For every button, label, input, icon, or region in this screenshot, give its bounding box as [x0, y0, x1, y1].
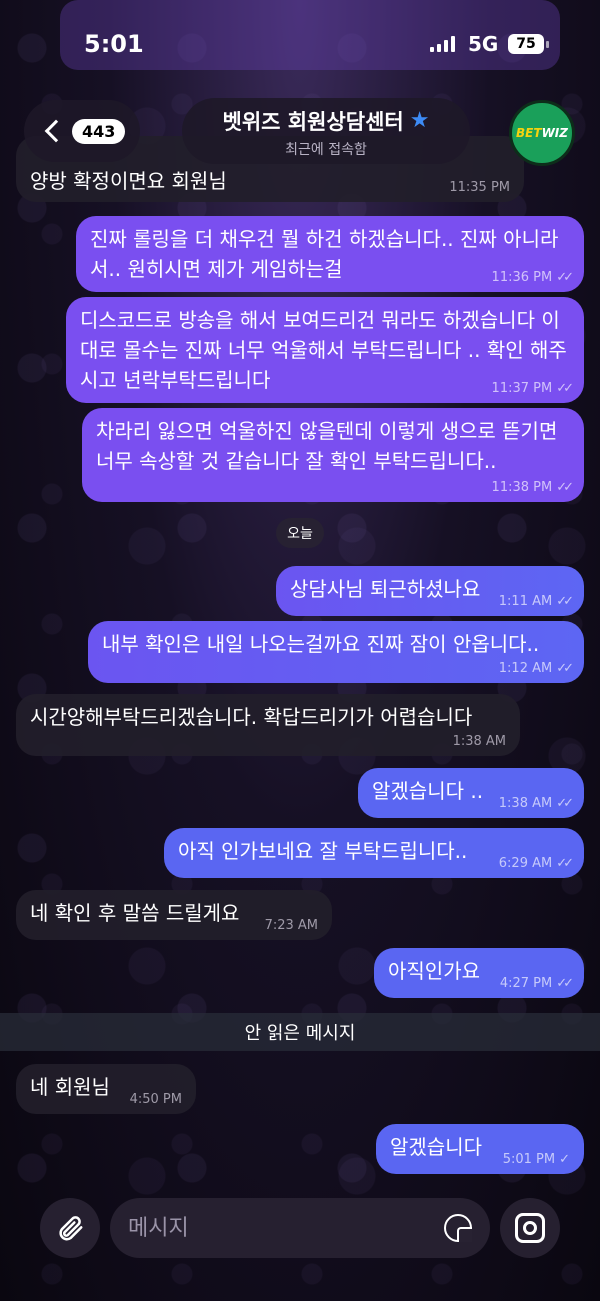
message-input[interactable]: [128, 1215, 428, 1241]
message-outgoing: 아직 인가보네요 잘 부탁드립니다.. 6:29 AM ✓✓: [164, 828, 584, 878]
date-divider: 오늘: [276, 518, 324, 548]
message-outgoing: 차라리 잃으면 억울하진 않을텐데 이렇게 생으로 뜯기면 너무 속상할 것 같…: [82, 408, 584, 502]
message-incoming: 네 회원님 4:50 PM: [16, 1064, 196, 1114]
read-ticks-icon: ✓✓: [556, 661, 574, 676]
sent-tick-icon: ✓: [559, 1152, 570, 1167]
message-meta: 4:27 PM ✓✓: [499, 976, 574, 991]
message-incoming: 네 확인 후 말씀 드릴게요 7:23 AM: [16, 890, 332, 940]
camera-button[interactable]: [500, 1198, 560, 1258]
message-time: 11:35 PM: [449, 180, 510, 195]
message-outgoing: 아직인가요 4:27 PM ✓✓: [374, 948, 584, 998]
message-meta: 11:36 PM ✓✓: [491, 270, 574, 285]
message-outgoing: 진짜 롤링을 더 채우건 뭘 하건 하겠습니다.. 진짜 아니라서.. 원히시면…: [76, 216, 584, 292]
star-icon: ★: [409, 108, 430, 133]
message-text: 시간양해부탁드리겠습니다. 확답드리기가 어렵습니다: [30, 705, 473, 729]
message-meta: 5:01 PM ✓: [502, 1152, 570, 1167]
chevron-left-icon: [44, 119, 68, 143]
avatar-logo: BETWIZ: [516, 126, 568, 140]
message-meta: 11:37 PM ✓✓: [491, 381, 574, 396]
message-time: 1:38 AM: [452, 734, 506, 749]
read-ticks-icon: ✓✓: [556, 381, 574, 396]
paperclip-icon: [59, 1216, 83, 1241]
message-text: 양방 확정이면요 회원님: [30, 169, 227, 193]
message-incoming: 시간양해부탁드리겠습니다. 확답드리기가 어렵습니다 1:38 AM: [16, 694, 520, 756]
message-meta: 1:12 AM ✓✓: [498, 661, 574, 676]
signal-icon: [430, 36, 455, 52]
message-outgoing: 상담사님 퇴근하셨나요 1:11 AM ✓✓: [276, 566, 584, 616]
message-meta: 1:38 AM ✓✓: [498, 796, 574, 811]
status-bar: 5:01 5G 75: [0, 0, 600, 90]
unread-messages-divider: 안 읽은 메시지: [0, 1013, 600, 1051]
message-meta: 1:11 AM ✓✓: [498, 594, 574, 609]
message-input-container[interactable]: [110, 1198, 490, 1258]
battery-icon: 75: [508, 34, 549, 54]
status-time: 5:01: [84, 30, 144, 58]
back-button[interactable]: 443: [24, 100, 140, 162]
message-outgoing: 디스코드로 방송을 해서 보여드리건 뭐라도 하겠습니다 이대로 몰수는 진짜 …: [66, 297, 584, 403]
camera-icon: [515, 1213, 545, 1243]
message-meta: 11:38 PM ✓✓: [491, 480, 574, 495]
read-ticks-icon: ✓✓: [556, 480, 574, 495]
message-outgoing: 알겠습니다 5:01 PM ✓: [376, 1124, 584, 1174]
message-outgoing: 내부 확인은 내일 나오는걸까요 진짜 잠이 안옵니다.. 1:12 AM ✓✓: [88, 621, 584, 683]
network-type: 5G: [468, 32, 499, 56]
attach-button[interactable]: [40, 1198, 100, 1258]
read-ticks-icon: ✓✓: [556, 856, 574, 871]
last-seen-status: 최근에 접속함: [285, 142, 367, 158]
message-time: 4:50 PM: [129, 1092, 182, 1107]
read-ticks-icon: ✓✓: [556, 976, 574, 991]
read-ticks-icon: ✓✓: [556, 270, 574, 285]
message-text: 차라리 잃으면 억울하진 않을텐데 이렇게 생으로 뜯기면 너무 속상할 것 같…: [96, 419, 558, 473]
read-ticks-icon: ✓✓: [556, 796, 574, 811]
chat-title-bar[interactable]: 벳위즈 회원상담센터 ★ 최근에 접속함: [182, 98, 470, 164]
message-outgoing: 알겠습니다 .. 1:38 AM ✓✓: [358, 768, 584, 818]
chat-title: 벳위즈 회원상담센터: [222, 110, 404, 134]
sticker-icon[interactable]: [444, 1214, 472, 1242]
message-time: 7:23 AM: [264, 918, 318, 933]
unread-count-badge: 443: [72, 118, 126, 144]
read-ticks-icon: ✓✓: [556, 594, 574, 609]
message-text: 내부 확인은 내일 나오는걸까요 진짜 잠이 안옵니다..: [102, 632, 540, 656]
message-meta: 6:29 AM ✓✓: [498, 856, 574, 871]
avatar[interactable]: BETWIZ: [509, 100, 575, 166]
